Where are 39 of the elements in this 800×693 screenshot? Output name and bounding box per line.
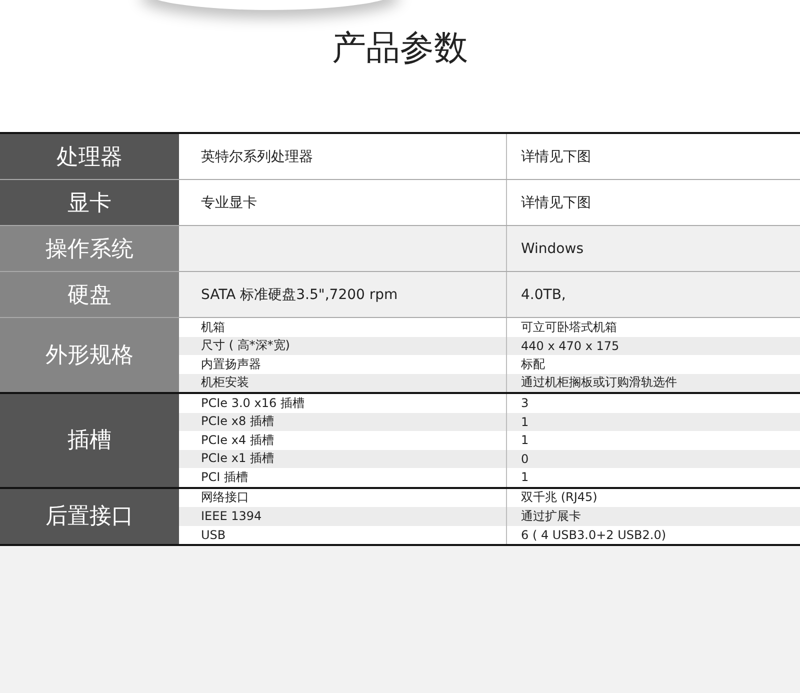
spec-name: PCIe x4 插槽 — [201, 432, 274, 449]
section-label: 操作系统 — [0, 226, 179, 271]
spec-name: 网络接口 — [201, 489, 249, 506]
spec-value: 4.0TB, — [521, 286, 566, 302]
spec-name: PCIe x8 插槽 — [201, 413, 274, 430]
section-label: 硬盘 — [0, 272, 179, 317]
spec-value: 详情见下图 — [521, 148, 591, 166]
spec-value: 1 — [521, 470, 529, 484]
spec-value: 0 — [521, 452, 529, 466]
spec-value: 3 — [521, 396, 529, 410]
spec-value: 6 ( 4 USB3.0+2 USB2.0) — [521, 528, 666, 542]
spec-name: 尺寸 ( 高*深*宽) — [201, 337, 290, 354]
page-title: 产品参数 — [332, 27, 468, 70]
spec-name: PCIe x1 插槽 — [201, 450, 274, 468]
spec-value: Windows — [521, 240, 584, 256]
section-label: 处理器 — [0, 134, 179, 179]
spec-name: 英特尔系列处理器 — [201, 148, 313, 166]
spec-name: 专业显卡 — [201, 194, 257, 212]
spec-value: 1 — [521, 433, 529, 448]
spec-name: IEEE 1394 — [201, 509, 262, 524]
spec-name: USB — [201, 528, 226, 542]
section-label: 后置接口 — [0, 488, 179, 544]
spec-name: PCI 插槽 — [201, 468, 248, 486]
spec-value: 1 — [521, 414, 529, 429]
spec-value: 双千兆 (RJ45) — [521, 489, 598, 506]
spec-name: 内置扬声器 — [201, 356, 261, 373]
spec-value: 可立可卧塔式机箱 — [521, 318, 617, 336]
spec-name: SATA 标准硬盘3.5",7200 rpm — [201, 286, 398, 304]
spec-value: 440 x 470 x 175 — [521, 338, 620, 353]
section-label: 显卡 — [0, 180, 179, 225]
spec-name: PCIe 3.0 x16 插槽 — [201, 394, 304, 412]
spec-value: 通过机柜搁板或订购滑轨选件 — [521, 374, 677, 392]
spec-name: 机柜安装 — [201, 374, 249, 392]
spec-value: 通过扩展卡 — [521, 508, 581, 525]
spec-name: 机箱 — [201, 318, 225, 336]
section-label: 外形规格 — [0, 318, 179, 392]
spec-value: 标配 — [521, 356, 545, 373]
section-label: 插槽 — [0, 394, 179, 486]
spec-value: 详情见下图 — [521, 194, 591, 212]
